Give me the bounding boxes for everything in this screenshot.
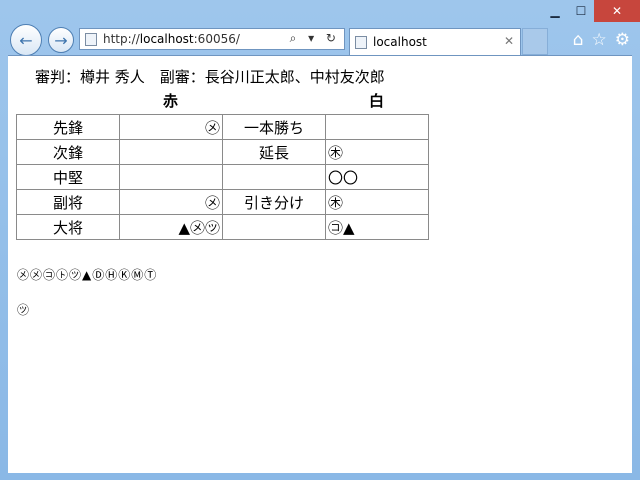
back-button[interactable]: ← [10,24,42,56]
table-row: 先鋒 ㋱ 一本勝ち [16,114,429,140]
maximize-button[interactable]: ☐ [568,0,594,22]
result-cell: 引き分け [222,189,326,215]
symbol-legend-2: ㋡ [17,303,30,317]
tab-page-icon [355,35,367,49]
red-score-cell: ㋱ [119,189,223,215]
browser-window: ▁ ☐ ✕ ← → http://localhost:60056/ ⌕ ▾ ↻ … [0,0,640,480]
position-cell: 先鋒 [16,114,120,140]
symbol-legend: ㋱㋱㋙㋣㋡▲ⒹⒽⓀⓂⓉ [17,268,158,282]
white-score-cell: ㊍ [325,139,429,165]
tab-title: localhost [373,35,427,49]
white-score-cell: ㊍ [325,189,429,215]
white-score-cell: 〇〇 [325,164,429,190]
url-prefix: http:// [103,32,140,46]
new-tab-button[interactable] [522,28,548,55]
close-button[interactable]: ✕ [594,0,640,22]
result-cell [222,164,326,190]
white-header: 白 [369,92,385,110]
tab-close-icon[interactable]: ✕ [504,34,514,48]
white-score-cell: ㋙▲ [325,214,429,240]
browser-tools: ⌂ ☆ ⚙ [573,30,630,50]
forward-button[interactable]: → [48,27,74,53]
minimize-button[interactable]: ▁ [542,0,568,22]
table-row: 中堅 〇〇 [16,164,429,190]
red-score-cell [119,139,223,165]
red-score-cell: ㋱ [119,114,223,140]
table-row: 副将 ㋱ 引き分け ㊍ [16,189,429,215]
tab-localhost[interactable]: localhost ✕ [349,28,521,55]
address-bar[interactable]: http://localhost:60056/ ⌕ ▾ ↻ [79,28,345,50]
favorites-star-icon[interactable]: ☆ [592,30,607,50]
table-row: 大将 ▲㋱㋡ ㋙▲ [16,214,429,240]
red-score-cell [119,164,223,190]
red-header: 赤 [163,92,179,110]
back-arrow-icon: ← [19,30,33,50]
forward-arrow-icon: → [54,30,68,50]
search-refresh-icons[interactable]: ⌕ ▾ ↻ [290,31,340,46]
position-cell: 中堅 [16,164,120,190]
red-score-cell: ▲㋱㋡ [119,214,223,240]
result-cell [222,214,326,240]
table-row: 次鋒 延長 ㊍ [16,139,429,165]
page-content: 審判：樽井 秀人 副審：長谷川正太郎、中村友次郎 赤 白 先鋒 ㋱ 一本勝ち 次… [8,55,632,473]
settings-gear-icon[interactable]: ⚙ [615,30,630,50]
referees-line: 審判：樽井 秀人 副審：長谷川正太郎、中村友次郎 [35,68,385,86]
window-controls: ▁ ☐ ✕ [542,0,640,22]
url-suffix: :60056/ [193,32,240,46]
url-host: localhost [139,32,194,46]
result-cell: 延長 [222,139,326,165]
white-score-cell [325,114,429,140]
match-table: 先鋒 ㋱ 一本勝ち 次鋒 延長 ㊍ 中堅 〇〇 副将 ㋱ 引き分け ㊍ 大将 ▲… [16,114,429,240]
page-icon [85,32,97,46]
result-cell: 一本勝ち [222,114,326,140]
home-icon[interactable]: ⌂ [573,30,584,50]
position-cell: 次鋒 [16,139,120,165]
position-cell: 大将 [16,214,120,240]
position-cell: 副将 [16,189,120,215]
